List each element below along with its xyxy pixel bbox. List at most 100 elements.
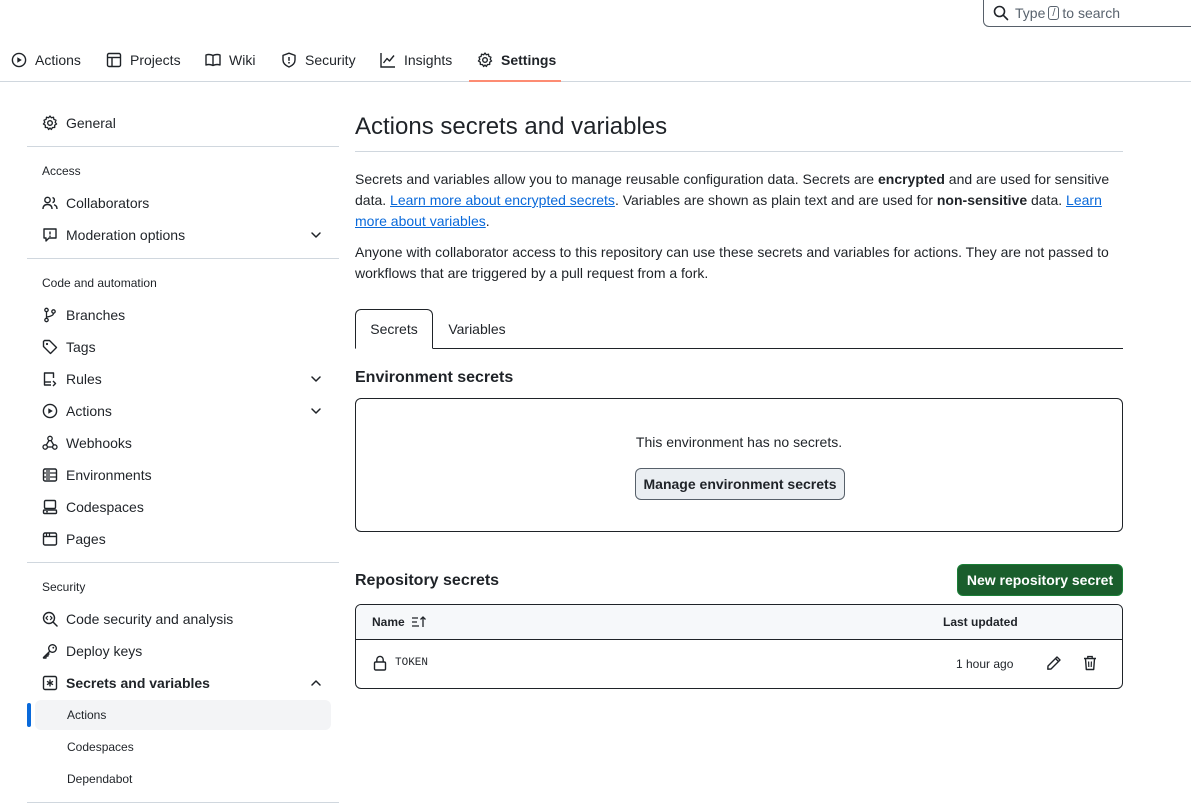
new-repository-secret-button[interactable]: New repository secret [957,564,1123,596]
tab-label: Secrets [370,321,418,337]
sidebar-item-secrets-variables[interactable]: Secrets and variables [27,667,331,699]
sidebar-subitem-actions[interactable]: Actions [35,700,331,730]
search-placeholder-prefix: Type [1015,5,1046,21]
sidebar-item-environments[interactable]: Environments [27,459,331,491]
chevron-up-icon [309,676,323,690]
table-row: TOKEN 1 hour ago [356,640,1122,688]
pencil-icon[interactable] [1046,655,1062,671]
search-shortcut-key: / [1048,6,1060,20]
sidebar-item-label: Webhooks [66,435,132,451]
sidebar-item-general[interactable]: General [27,107,331,139]
codespaces-icon [42,499,58,515]
gear-icon [477,52,493,68]
sidebar-subitem-codespaces[interactable]: Codespaces [35,732,331,762]
sidebar-item-moderation[interactable]: Moderation options [27,219,331,251]
sidebar-subitem-label: Dependabot [67,772,133,786]
sidebar-item-label: Environments [66,467,152,483]
access-note: Anyone with collaborator access to this … [355,244,1109,281]
sidebar-item-label: Moderation options [66,227,186,243]
tab-insights[interactable]: Insights [380,40,452,80]
lock-icon [373,655,387,671]
secret-last-updated: 1 hour ago [956,657,1014,671]
secret-name-cell: TOKEN [373,655,428,671]
sidebar-item-branches[interactable]: Branches [27,299,331,331]
sidebar-item-codespaces[interactable]: Codespaces [27,491,331,523]
chevron-down-icon [309,404,323,418]
sidebar-item-actions[interactable]: Actions [27,395,331,427]
empty-state-message: This environment has no secrets. [635,434,843,450]
search-icon [993,5,1009,21]
column-last-updated: Last updated [943,615,1018,629]
tab-secrets[interactable]: Secrets [355,309,433,349]
search-input[interactable]: Type / to search [983,0,1191,27]
sidebar-item-deploy-keys[interactable]: Deploy keys [27,635,331,667]
book-icon [205,52,221,68]
secrets-variables-tabs: Secrets Variables [355,309,1123,349]
manage-environment-secrets-button[interactable]: Manage environment secrets [635,468,845,500]
secret-name: TOKEN [395,657,429,669]
environment-secrets-heading: Environment secrets [355,369,514,386]
graph-icon [380,52,396,68]
intro-text: . [485,213,490,229]
sidebar-item-code-security[interactable]: Code security and analysis [27,603,331,635]
tag-icon [42,339,58,355]
sidebar-item-collaborators[interactable]: Collaborators [27,187,331,219]
chevron-down-icon [309,372,323,386]
browser-icon [42,531,58,547]
sidebar-item-tags[interactable]: Tags [27,331,331,363]
title-divider [355,151,1123,152]
active-item-indicator [27,703,31,727]
sidebar-item-pages[interactable]: Pages [27,523,331,555]
sidebar-divider [27,258,339,259]
tab-actions-label: Actions [35,52,81,68]
table-icon [106,52,122,68]
sidebar-item-label: Deploy keys [66,643,143,659]
sidebar-subitem-label: Codespaces [67,740,134,754]
sidebar-item-rules[interactable]: Rules [27,363,331,395]
asterisk-icon [42,675,58,691]
sidebar-subitem-dependabot[interactable]: Dependabot [35,764,331,794]
gear-icon [42,115,58,131]
sidebar-item-label: Code security and analysis [66,611,234,627]
intro-text: Secrets and variables allow you to manag… [355,171,878,187]
tab-variables[interactable]: Variables [435,309,519,349]
sidebar-item-label: Rules [66,371,102,387]
sidebar-item-label: General [66,115,116,131]
tab-wiki[interactable]: Wiki [205,40,255,80]
intro-bold-encrypted: encrypted [877,171,945,187]
sort-by-name-header[interactable]: Name [372,615,427,629]
selected-tab-underline [469,80,561,82]
sidebar-item-webhooks[interactable]: Webhooks [27,427,331,459]
sort-ascending-icon [411,615,427,629]
sidebar-item-label: Codespaces [66,499,144,515]
sidebar-heading-code: Code and automation [42,276,157,290]
page-title: Actions secrets and variables [355,113,668,140]
sidebar-item-label: Branches [66,307,126,323]
tab-settings[interactable]: Settings [477,40,556,80]
column-name-label: Name [372,615,405,629]
report-icon [42,227,58,243]
chevron-down-icon [309,228,323,242]
tab-settings-label: Settings [501,52,557,68]
play-icon [11,52,27,68]
tab-wiki-label: Wiki [229,52,256,68]
sidebar-item-label: Collaborators [66,195,150,211]
search-placeholder-suffix: to search [1062,5,1121,21]
tab-actions[interactable]: Actions [11,40,81,80]
tab-label: Variables [448,321,506,337]
sidebar-heading-security: Security [42,580,86,594]
key-icon [42,643,58,659]
tab-security[interactable]: Security [281,40,356,80]
tab-projects[interactable]: Projects [106,40,181,80]
server-icon [42,467,58,483]
sidebar-divider [27,802,339,803]
sidebar-subitem-label: Actions [67,708,107,722]
shield-icon [281,52,297,68]
people-icon [42,195,58,211]
sidebar-item-label: Pages [66,531,106,547]
tab-security-label: Security [305,52,356,68]
trash-icon[interactable] [1083,655,1097,671]
learn-more-secrets-link[interactable]: Learn more about encrypted secrets [390,192,615,208]
repository-secrets-heading: Repository secrets [355,572,500,589]
table-header: Name Last updated [356,605,1122,640]
